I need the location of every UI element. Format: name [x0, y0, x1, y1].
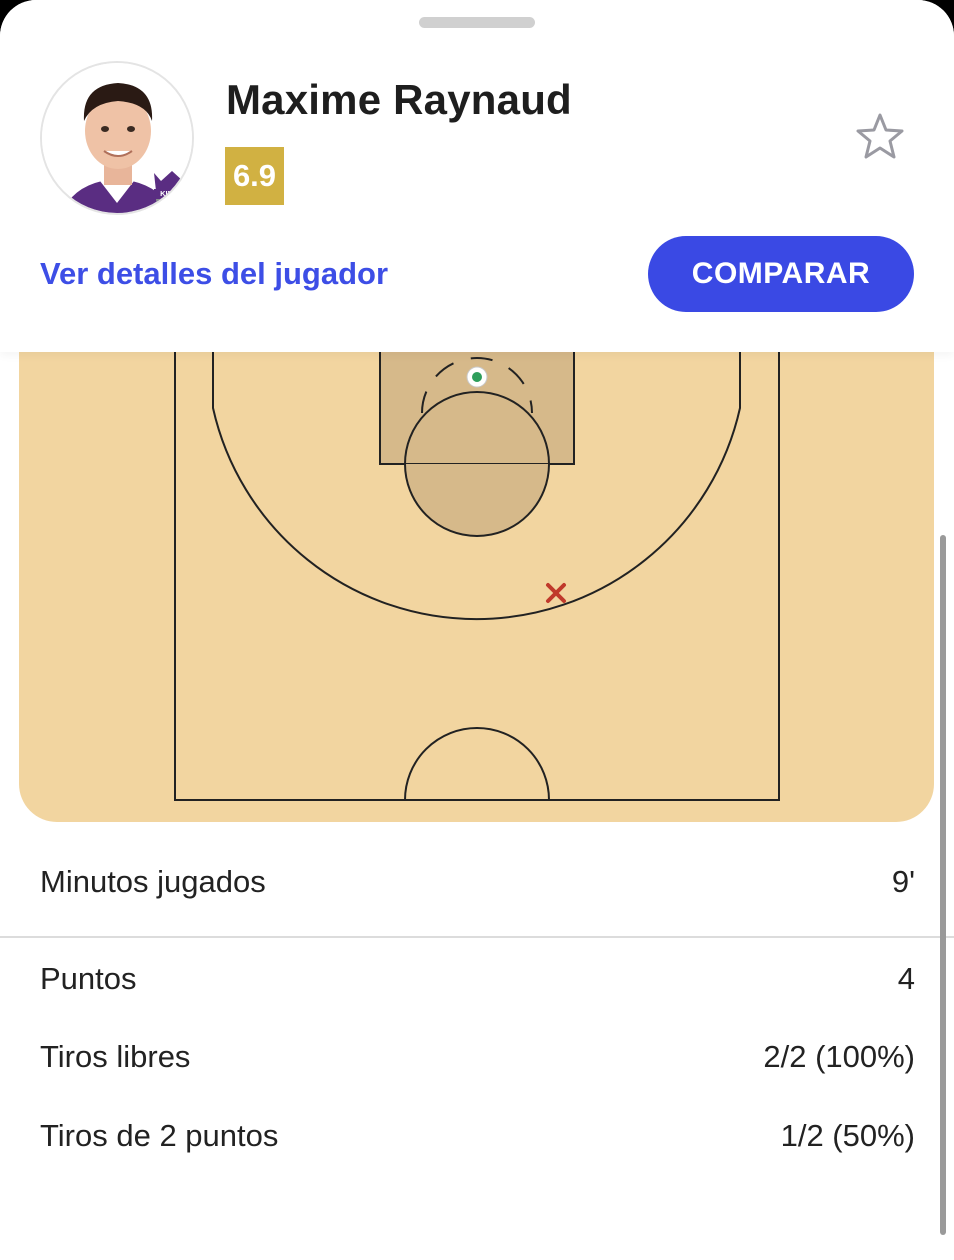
stat-label: Minutos jugados	[40, 864, 266, 899]
player-rating-badge: 6.9	[225, 147, 284, 205]
stat-row-points: Puntos 4	[40, 961, 915, 997]
player-sheet: KINGS Maxime Raynaud 6.9 Ver detalles de…	[0, 0, 954, 1260]
stat-label: Tiros libres	[40, 1039, 191, 1074]
stat-row-free-throws: Tiros libres 2/2 (100%)	[40, 1039, 915, 1075]
scrollbar[interactable]	[940, 535, 946, 1235]
section-divider	[0, 936, 954, 938]
stat-value: 9'	[891, 864, 915, 899]
stat-row-minutes: Minutos jugados 9'	[40, 864, 915, 900]
stat-value: 2/2 (100%)	[763, 1039, 915, 1074]
player-header: KINGS Maxime Raynaud 6.9 Ver detalles de…	[0, 0, 954, 352]
player-name: Maxime Raynaud	[226, 76, 572, 123]
stat-value: 4	[897, 961, 915, 996]
center-circle	[404, 727, 550, 801]
shot-chart-court	[19, 300, 934, 822]
court-diagram	[174, 300, 780, 801]
stat-label: Puntos	[40, 961, 137, 996]
free-throw-circle	[404, 463, 550, 537]
svg-text:KINGS: KINGS	[160, 189, 184, 198]
missed-shot-x-icon	[546, 583, 566, 603]
kings-logo-icon: KINGS	[154, 171, 190, 213]
stat-row-two-pointers: Tiros de 2 puntos 1/2 (50%)	[40, 1118, 915, 1154]
sheet-drag-handle[interactable]	[419, 17, 535, 28]
stat-label: Tiros de 2 puntos	[40, 1118, 279, 1153]
favorite-star-icon[interactable]	[853, 110, 907, 164]
player-avatar: KINGS	[40, 61, 194, 215]
made-shot-dot-icon	[466, 366, 488, 388]
compare-button[interactable]: COMPARAR	[648, 236, 914, 312]
view-player-details-link[interactable]: Ver detalles del jugador	[40, 256, 388, 292]
stat-value: 1/2 (50%)	[780, 1118, 915, 1153]
